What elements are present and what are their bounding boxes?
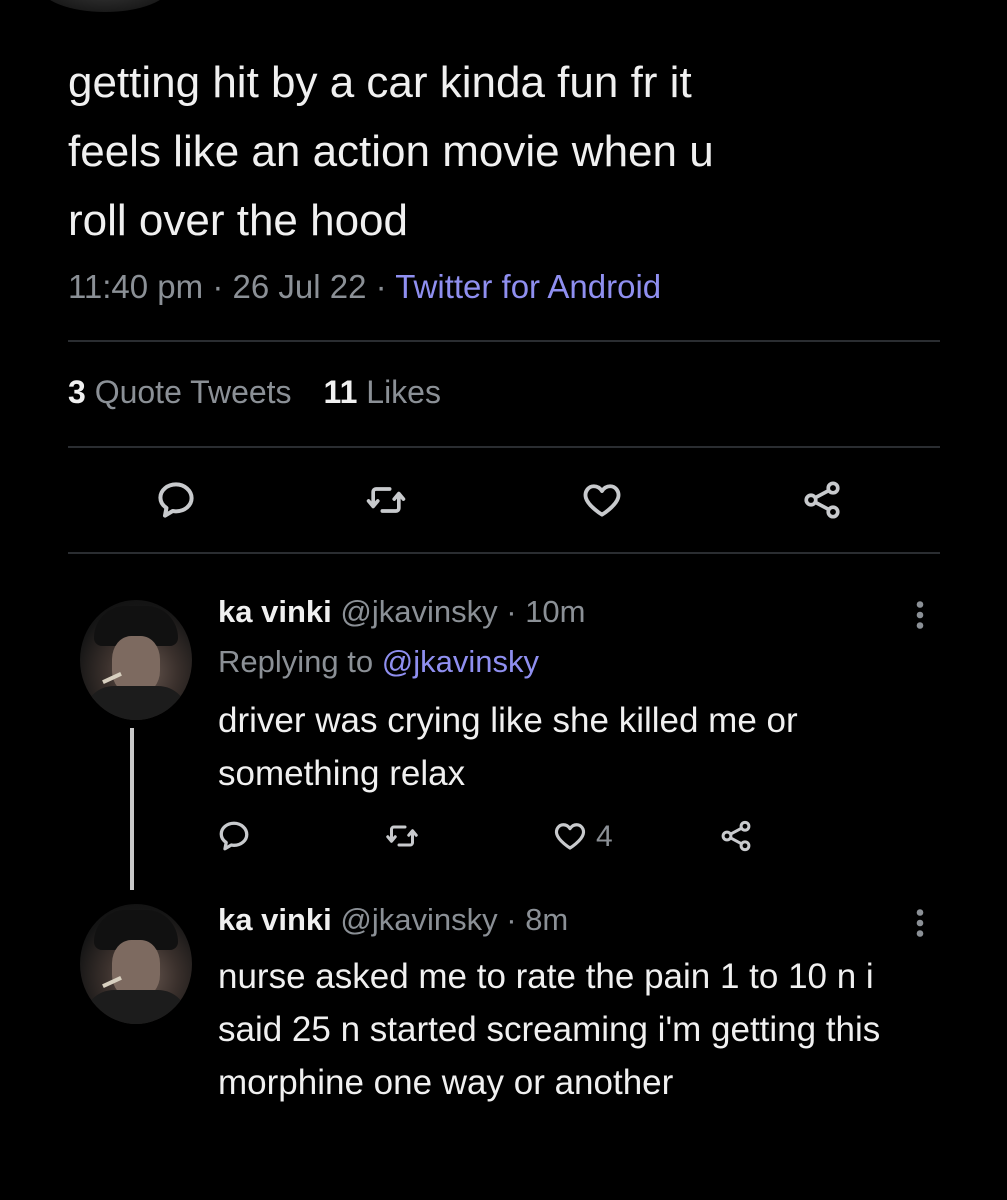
reply-author-name[interactable]: ka vinki [218,594,332,629]
divider [68,446,940,448]
tweet-text: getting hit by a car kinda fun fr it fee… [68,58,714,245]
reply-author-handle[interactable]: @jkavinsky [340,594,497,629]
like-button[interactable] [552,818,588,854]
tweet-meta: 11:40 pm · 26 Jul 22 · Twitter for Andro… [68,268,661,306]
reply-header: ka vinki @jkavinsky · 10m [218,594,586,630]
reply-text: driver was crying like she killed me or … [218,701,798,793]
reply-age: 8m [525,902,569,937]
share-icon [804,481,840,519]
more-vertical-icon [916,601,924,629]
quote-tweets-link[interactable]: 3 Quote Tweets [68,374,292,410]
retweet-button[interactable] [364,478,408,522]
likes-label: Likes [366,374,441,410]
reply-avatar[interactable] [80,600,192,720]
heart-icon [554,823,586,850]
divider [68,552,940,554]
share-icon [721,820,751,852]
meta-separator: · [212,268,224,305]
quote-tweet-count: 3 [68,374,86,410]
likes-count: 11 [323,374,358,410]
meta-separator: · [375,268,387,305]
share-button[interactable] [718,818,754,854]
reply-text: nurse asked me to rate the pain 1 to 10 … [218,957,881,1102]
reply-author-name[interactable]: ka vinki [218,902,332,937]
replying-to-mention[interactable]: @jkavinsky [382,644,539,679]
more-options-button[interactable] [914,908,926,938]
more-options-button[interactable] [914,600,926,630]
share-button[interactable] [800,478,844,522]
retweet-icon [386,825,418,847]
tweet-time: 11:40 pm [68,268,204,305]
more-vertical-icon [916,909,924,937]
retweet-icon [366,487,406,513]
tweet-date: 26 Jul 22 [232,268,367,305]
top-author-avatar[interactable] [40,0,170,12]
like-button[interactable] [580,478,624,522]
speech-bubble-icon [219,821,249,851]
meta-separator: · [506,594,517,629]
reply-header: ka vinki @jkavinsky · 8m [218,902,568,938]
likes-link[interactable]: 11 Likes [324,374,441,410]
divider [68,340,940,342]
tweet-stats: 3 Quote Tweets 11 Likes [68,374,441,411]
reply-avatar[interactable] [80,904,192,1024]
replying-to-label: Replying to [218,644,374,679]
reply-like-count: 4 [596,820,613,853]
retweet-button[interactable] [384,818,420,854]
speech-bubble-icon [158,482,194,518]
reply-button[interactable] [216,818,252,854]
tweet-client-link[interactable]: Twitter for Android [395,268,661,305]
meta-separator: · [506,902,517,937]
replying-to-line: Replying to @jkavinsky [218,644,539,680]
heart-icon [583,484,621,517]
reply-age: 10m [525,594,586,629]
thread-connector [130,728,134,890]
quote-tweet-label: Quote Tweets [94,374,292,410]
reply-button[interactable] [154,478,198,522]
reply-author-handle[interactable]: @jkavinsky [340,902,497,937]
